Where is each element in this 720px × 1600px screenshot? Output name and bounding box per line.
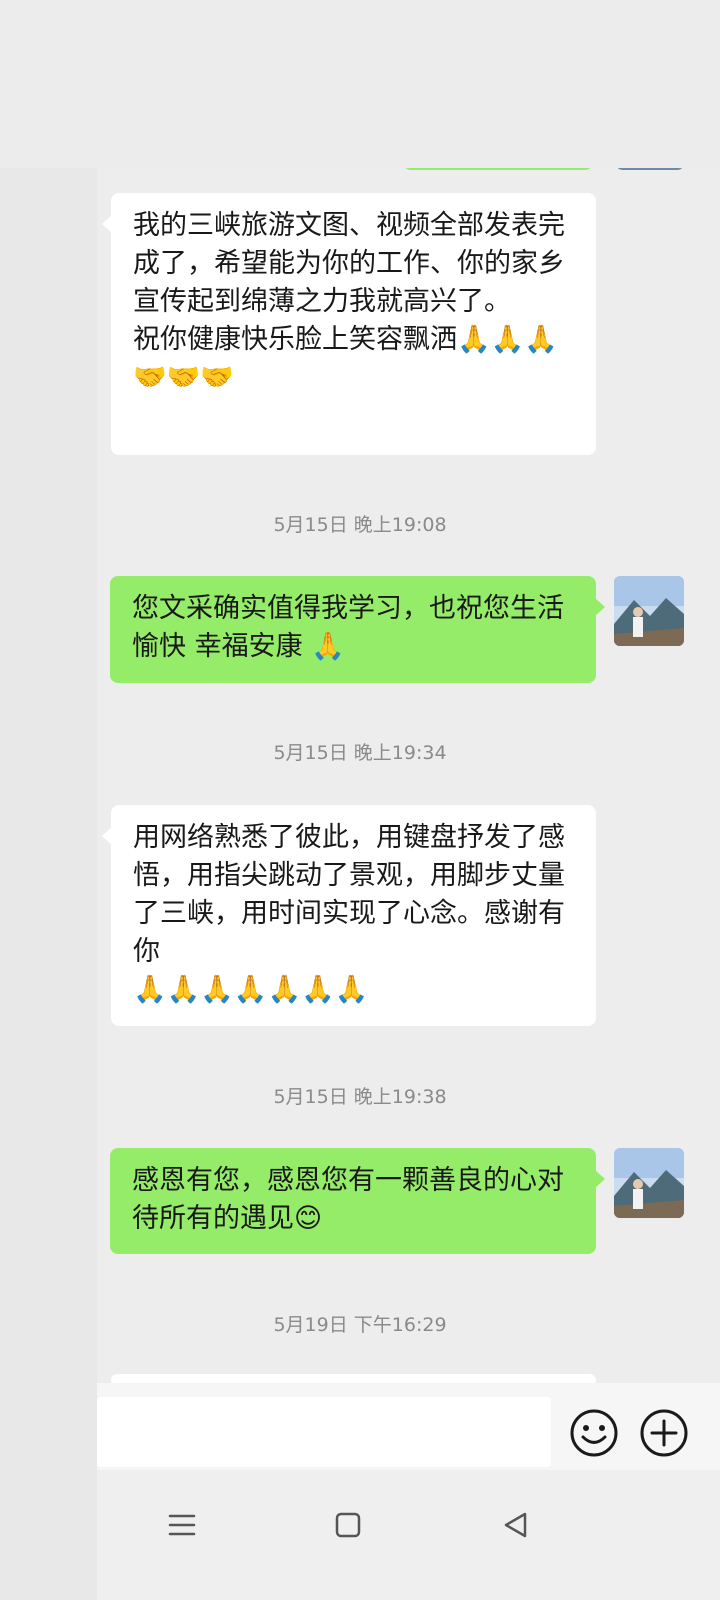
system-navigation-bar bbox=[97, 1470, 720, 1600]
avatar-image-art bbox=[614, 1148, 684, 1218]
timestamp: 5月19日 下午16:29 bbox=[273, 1314, 447, 1336]
plus-icon[interactable] bbox=[639, 1408, 689, 1458]
avatar-image[interactable] bbox=[614, 1148, 684, 1218]
input-bar bbox=[97, 1383, 720, 1483]
previous-message-peek bbox=[403, 168, 593, 170]
message-bubble-incoming[interactable]: 我的三峡旅游文图、视频全部发表完成了，希望能为你的工作、你的家乡宣传起到绵薄之力… bbox=[102, 193, 596, 455]
avatar-image-art bbox=[614, 576, 684, 646]
message-bubble-incoming[interactable]: 用网络熟悉了彼此，用键盘抒发了感悟，用指尖跳动了景观，用脚步丈量了三峡，用时间实… bbox=[102, 805, 596, 1026]
home-icon[interactable] bbox=[328, 1505, 368, 1545]
previous-avatar-peek bbox=[615, 168, 685, 170]
message-bubble-outgoing[interactable]: 您文采确实值得我学习，也祝您生活愉快 幸福安康 🙏 bbox=[110, 576, 605, 683]
avatar-image[interactable] bbox=[614, 576, 684, 646]
timestamp: 5月15日 晚上19:08 bbox=[273, 514, 447, 536]
timestamp: 5月15日 晚上19:38 bbox=[273, 1086, 447, 1108]
message-bubble-outgoing[interactable]: 感恩有您，感恩您有一颗善良的心对待所有的遇见😊 bbox=[110, 1148, 605, 1254]
emoji-icon[interactable] bbox=[569, 1408, 619, 1458]
left-edge-strip bbox=[0, 168, 97, 1600]
message-input[interactable] bbox=[97, 1397, 551, 1467]
menu-icon[interactable] bbox=[162, 1505, 202, 1545]
top-blank-area bbox=[0, 0, 720, 168]
timestamp: 5月15日 晚上19:34 bbox=[273, 742, 447, 764]
back-icon[interactable] bbox=[496, 1505, 536, 1545]
